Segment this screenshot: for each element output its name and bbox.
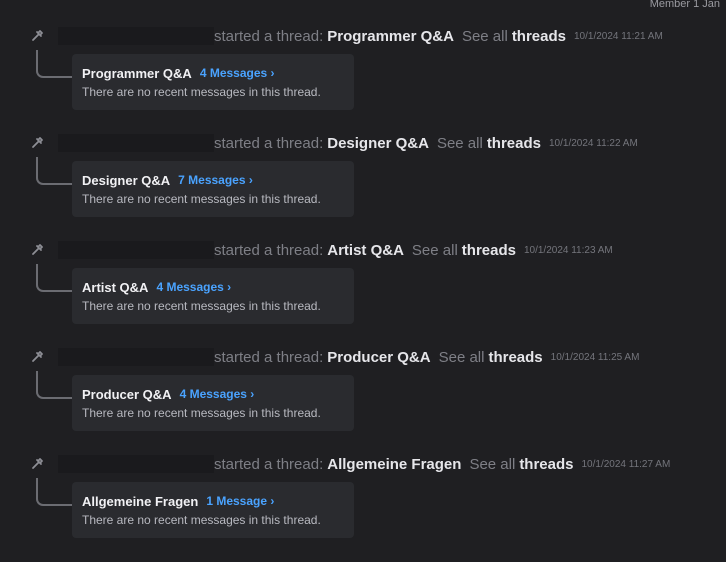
thread-item: started a thread: Designer Q&A See all t… bbox=[0, 134, 726, 241]
thread-card-header: Producer Q&A 4 Messages › bbox=[82, 385, 344, 403]
thread-title-link[interactable]: Artist Q&A bbox=[327, 242, 404, 259]
author-placeholder bbox=[58, 455, 214, 473]
see-all-threads-link[interactable]: threads bbox=[487, 135, 541, 152]
see-all-text: See all bbox=[438, 348, 485, 366]
thread-header: started a thread: Designer Q&A See all t… bbox=[58, 133, 638, 153]
author-placeholder bbox=[58, 241, 214, 259]
thread-connector bbox=[36, 50, 72, 78]
thread-card-body: There are no recent messages in this thr… bbox=[82, 513, 321, 527]
see-all-threads-link[interactable]: threads bbox=[519, 456, 573, 473]
thread-item: started a thread: Allgemeine Fragen See … bbox=[0, 455, 726, 562]
thread-card-header: Artist Q&A 4 Messages › bbox=[82, 278, 344, 296]
author-placeholder bbox=[58, 134, 214, 152]
thread-card-body: There are no recent messages in this thr… bbox=[82, 192, 321, 206]
thread-title-link[interactable]: Designer Q&A bbox=[327, 135, 429, 152]
message-count-link[interactable]: 7 Messages › bbox=[178, 173, 253, 187]
thread-title-link[interactable]: Allgemeine Fragen bbox=[327, 456, 461, 473]
see-all-text: See all bbox=[461, 27, 508, 45]
started-thread-text: started a thread: bbox=[214, 348, 324, 366]
thread-card[interactable]: Producer Q&A 4 Messages › There are no r… bbox=[72, 375, 354, 431]
thread-card[interactable]: Designer Q&A 7 Messages › There are no r… bbox=[72, 161, 354, 217]
thread-timestamp: 10/1/2024 11:25 AM bbox=[550, 351, 640, 363]
thread-card[interactable]: Artist Q&A 4 Messages › There are no rec… bbox=[72, 268, 354, 324]
thread-connector bbox=[36, 264, 72, 292]
thread-icon bbox=[32, 137, 43, 148]
thread-card-header: Allgemeine Fragen 1 Message › bbox=[82, 492, 344, 510]
started-thread-text: started a thread: bbox=[214, 455, 324, 473]
thread-card-header: Programmer Q&A 4 Messages › bbox=[82, 64, 344, 82]
thread-card-body: There are no recent messages in this thr… bbox=[82, 85, 321, 99]
thread-card-title[interactable]: Allgemeine Fragen bbox=[82, 494, 198, 509]
thread-header: started a thread: Artist Q&A See all thr… bbox=[58, 240, 613, 260]
thread-icon bbox=[32, 351, 43, 362]
started-thread-text: started a thread: bbox=[214, 134, 324, 152]
thread-card[interactable]: Programmer Q&A 4 Messages › There are no… bbox=[72, 54, 354, 110]
message-count-link[interactable]: 4 Messages › bbox=[156, 280, 231, 294]
thread-header: started a thread: Allgemeine Fragen See … bbox=[58, 454, 670, 474]
thread-connector bbox=[36, 478, 72, 506]
thread-card-title[interactable]: Designer Q&A bbox=[82, 173, 170, 188]
thread-item: started a thread: Producer Q&A See all t… bbox=[0, 348, 726, 455]
thread-card-body: There are no recent messages in this thr… bbox=[82, 406, 321, 420]
thread-title-link[interactable]: Programmer Q&A bbox=[327, 28, 454, 45]
thread-card-title[interactable]: Programmer Q&A bbox=[82, 66, 192, 81]
thread-item: started a thread: Programmer Q&A See all… bbox=[0, 27, 726, 134]
thread-title-link[interactable]: Producer Q&A bbox=[327, 349, 430, 366]
thread-header: started a thread: Producer Q&A See all t… bbox=[58, 347, 639, 367]
thread-icon bbox=[32, 458, 43, 469]
thread-connector bbox=[36, 157, 72, 185]
thread-header: started a thread: Programmer Q&A See all… bbox=[58, 26, 663, 46]
thread-list: started a thread: Programmer Q&A See all… bbox=[0, 0, 726, 539]
author-placeholder bbox=[58, 348, 214, 366]
see-all-threads-link[interactable]: threads bbox=[488, 349, 542, 366]
see-all-threads-link[interactable]: threads bbox=[512, 28, 566, 45]
thread-timestamp: 10/1/2024 11:21 AM bbox=[574, 30, 663, 42]
thread-card-body: There are no recent messages in this thr… bbox=[82, 299, 321, 313]
thread-icon bbox=[32, 30, 43, 41]
started-thread-text: started a thread: bbox=[214, 27, 324, 45]
message-count-link[interactable]: 4 Messages › bbox=[200, 66, 275, 80]
see-all-text: See all bbox=[436, 134, 483, 152]
thread-card-title[interactable]: Producer Q&A bbox=[82, 387, 172, 402]
see-all-text: See all bbox=[411, 241, 458, 259]
thread-card[interactable]: Allgemeine Fragen 1 Message › There are … bbox=[72, 482, 354, 538]
see-all-threads-link[interactable]: threads bbox=[462, 242, 516, 259]
thread-connector bbox=[36, 371, 72, 399]
thread-timestamp: 10/1/2024 11:27 AM bbox=[581, 458, 671, 470]
see-all-text: See all bbox=[469, 455, 516, 473]
thread-item: started a thread: Artist Q&A See all thr… bbox=[0, 241, 726, 348]
thread-timestamp: 10/1/2024 11:22 AM bbox=[549, 137, 638, 149]
thread-card-header: Designer Q&A 7 Messages › bbox=[82, 171, 344, 189]
thread-card-title[interactable]: Artist Q&A bbox=[82, 280, 148, 295]
message-count-link[interactable]: 4 Messages › bbox=[180, 387, 255, 401]
thread-timestamp: 10/1/2024 11:23 AM bbox=[523, 244, 613, 256]
started-thread-text: started a thread: bbox=[214, 241, 324, 259]
author-placeholder bbox=[58, 27, 214, 45]
message-count-link[interactable]: 1 Message › bbox=[206, 494, 274, 508]
thread-icon bbox=[32, 244, 43, 255]
